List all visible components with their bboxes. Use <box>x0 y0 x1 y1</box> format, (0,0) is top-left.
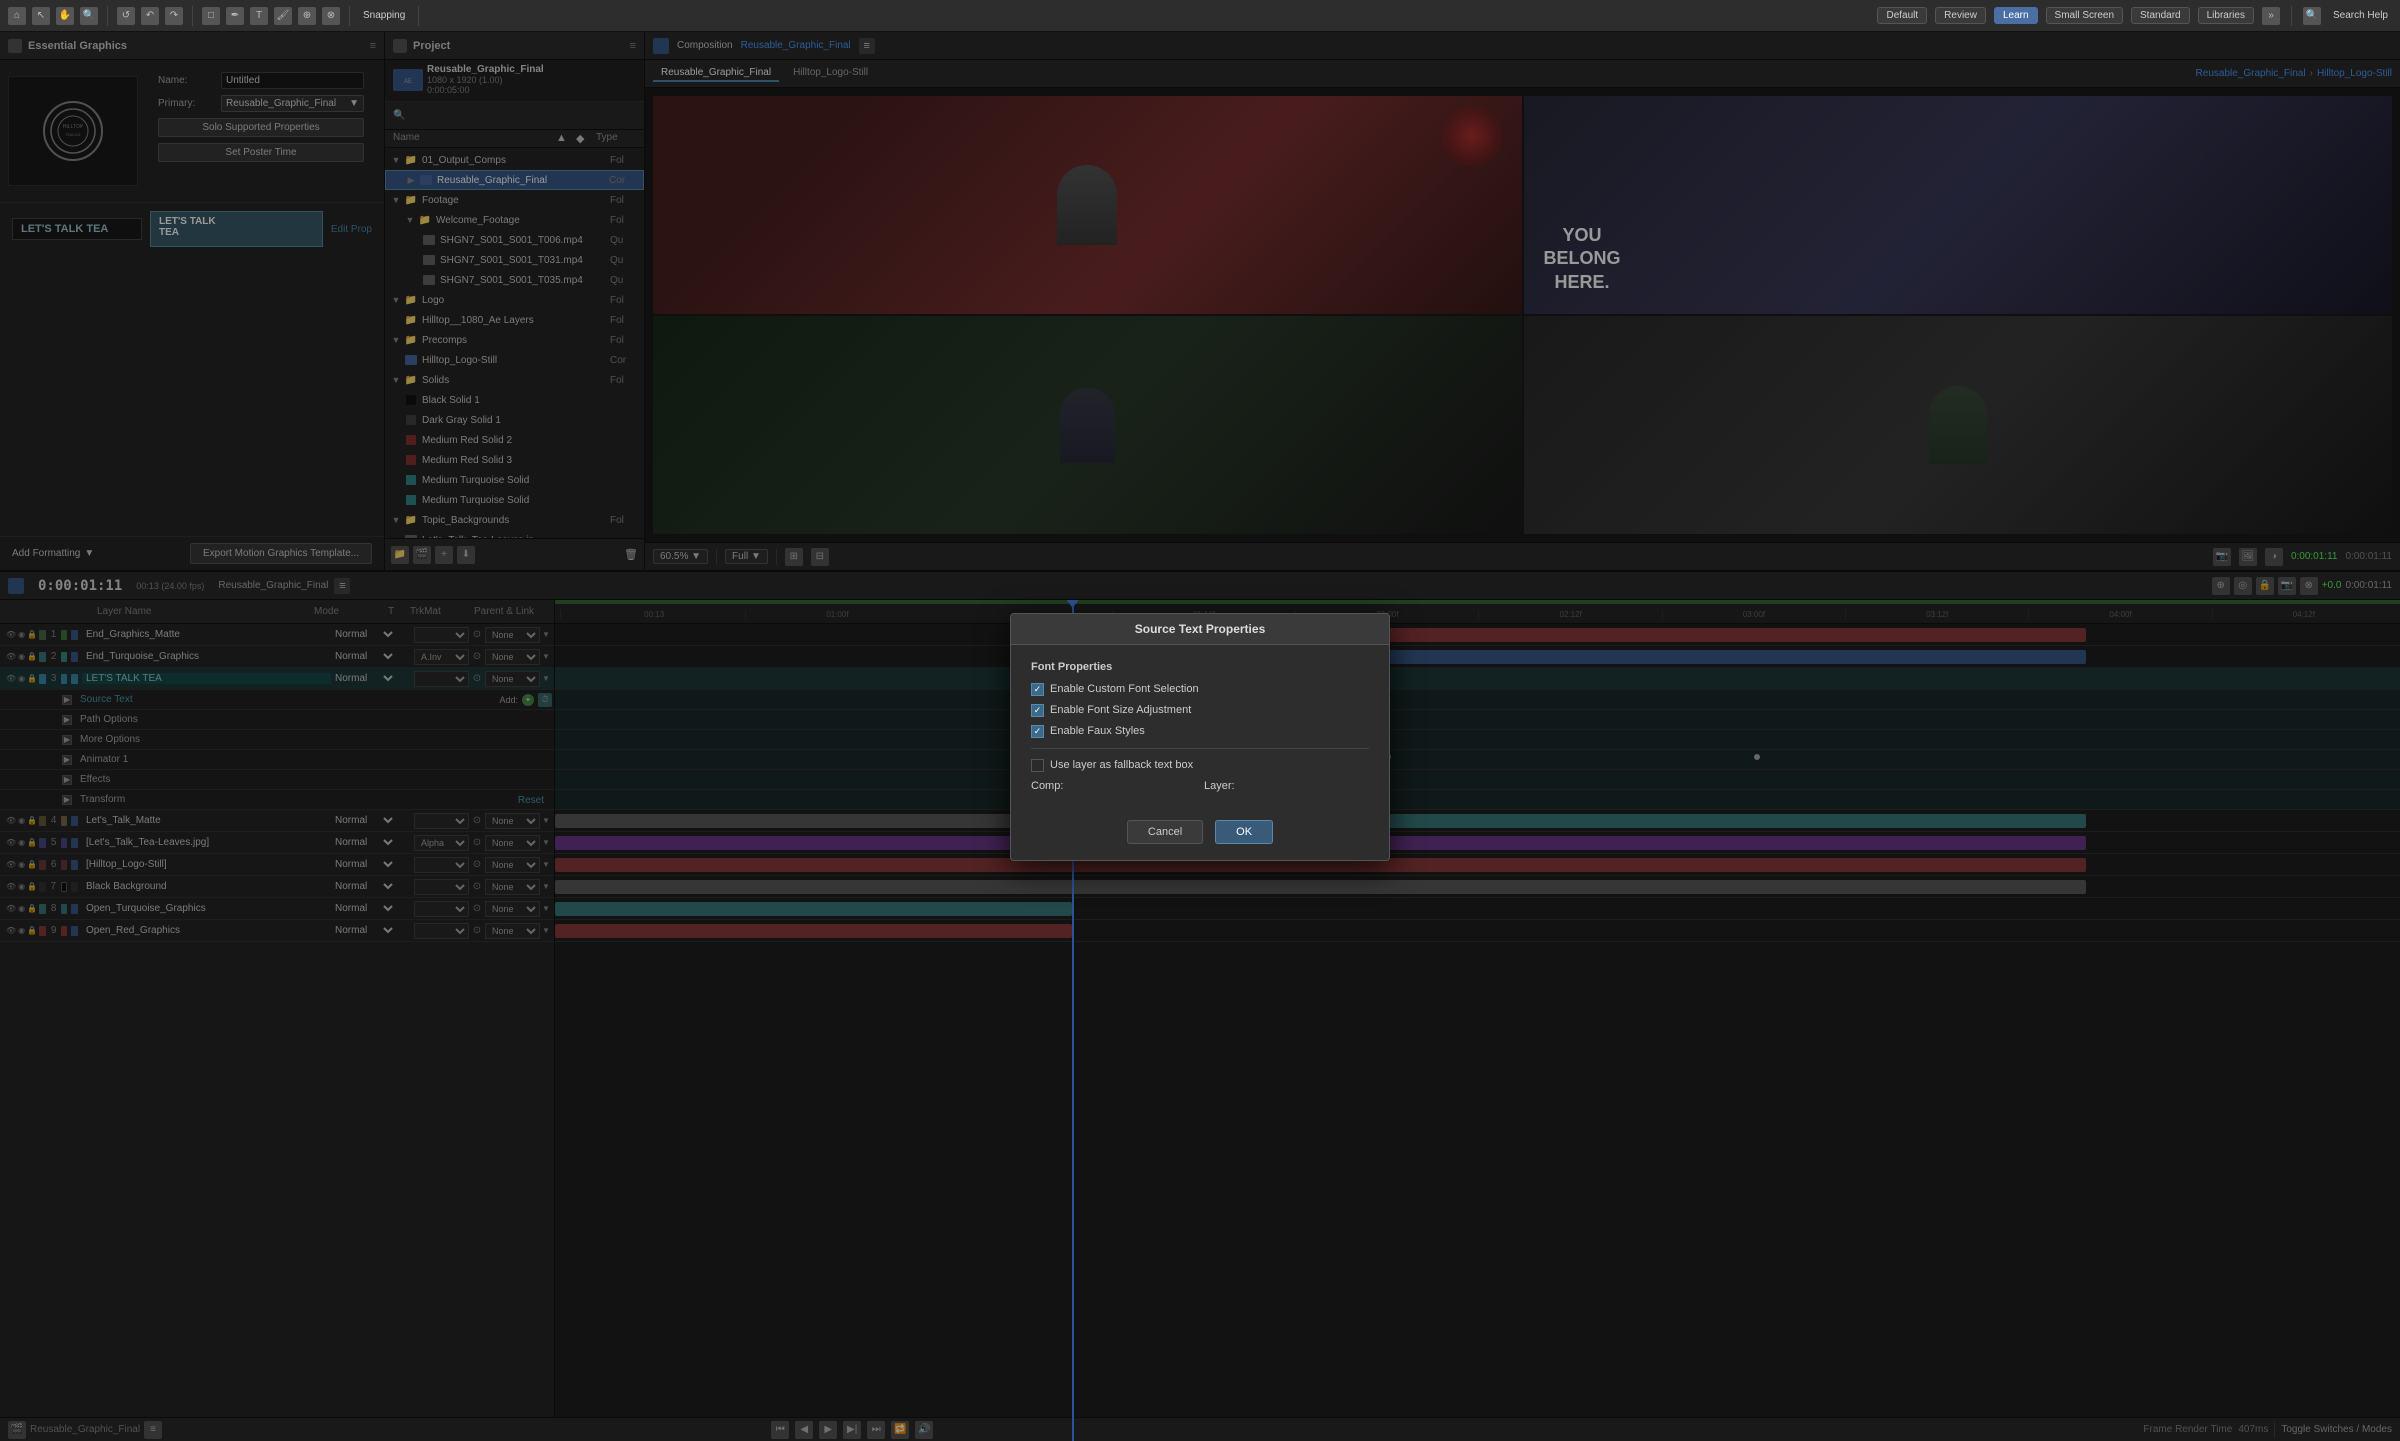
checkbox-row-faux-styles: Enable Faux Styles <box>1031 725 1369 738</box>
dialog-title: Source Text Properties <box>1011 614 1389 645</box>
dialog-comp-row: Comp: Layer: <box>1031 780 1369 792</box>
puppet-icon[interactable]: ⊗ <box>322 7 340 25</box>
snapping-label[interactable]: Snapping <box>359 10 409 21</box>
search-help-label[interactable]: Search Help <box>2329 10 2392 21</box>
rect-icon[interactable]: □ <box>202 7 220 25</box>
dialog-buttons: Cancel OK <box>1011 808 1389 860</box>
brush-icon[interactable]: 🖌 <box>274 7 292 25</box>
checkbox-faux-styles[interactable] <box>1031 725 1044 738</box>
sep1 <box>107 6 108 26</box>
ok-button[interactable]: OK <box>1215 820 1273 844</box>
dialog-overlay: Source Text Properties Font Properties E… <box>0 32 2400 1441</box>
rotate-icon[interactable]: ↺ <box>117 7 135 25</box>
checkbox-fallback[interactable] <box>1031 759 1044 772</box>
checkbox-faux-styles-label: Enable Faux Styles <box>1050 725 1145 737</box>
workspace-standard[interactable]: Standard <box>2131 7 2190 24</box>
search-icon[interactable]: 🔍 <box>2303 7 2321 25</box>
hand-icon[interactable]: ✋ <box>56 7 74 25</box>
dialog-body: Font Properties Enable Custom Font Selec… <box>1011 645 1389 808</box>
more-workspaces-icon[interactable]: » <box>2262 7 2280 25</box>
workspace-review[interactable]: Review <box>1935 7 1986 24</box>
cancel-button[interactable]: Cancel <box>1127 820 1203 844</box>
layer-field-label: Layer: <box>1204 780 1254 792</box>
workspace-default[interactable]: Default <box>1877 7 1927 24</box>
undo-icon[interactable]: ↶ <box>141 7 159 25</box>
home-icon[interactable]: ⌂ <box>8 7 26 25</box>
workspace-area: Default Review Learn Small Screen Standa… <box>1877 6 2392 26</box>
top-toolbar: ⌂ ↖ ✋ 🔍 ↺ ↶ ↷ □ ✒ T 🖌 ⊕ ⊗ Snapping Defau… <box>0 0 2400 32</box>
zoom-icon[interactable]: 🔍 <box>80 7 98 25</box>
workspace-libraries[interactable]: Libraries <box>2198 7 2254 24</box>
redo-icon[interactable]: ↷ <box>165 7 183 25</box>
checkbox-row-fallback: Use layer as fallback text box <box>1031 759 1369 772</box>
checkbox-row-custom-font: Enable Custom Font Selection <box>1031 683 1369 696</box>
workspace-small[interactable]: Small Screen <box>2046 7 2123 24</box>
comp-field-label: Comp: <box>1031 780 1081 792</box>
sep2 <box>192 6 193 26</box>
pen-icon[interactable]: ✒ <box>226 7 244 25</box>
checkbox-custom-font-label: Enable Custom Font Selection <box>1050 683 1199 695</box>
cursor-icon[interactable]: ↖ <box>32 7 50 25</box>
text-icon[interactable]: T <box>250 7 268 25</box>
workspace-learn[interactable]: Learn <box>1994 7 2038 24</box>
clone-icon[interactable]: ⊕ <box>298 7 316 25</box>
sep4 <box>418 6 419 26</box>
font-properties-label: Font Properties <box>1031 661 1369 673</box>
dialog-divider <box>1031 748 1369 749</box>
checkbox-row-font-size: Enable Font Size Adjustment <box>1031 704 1369 717</box>
checkbox-fallback-label: Use layer as fallback text box <box>1050 759 1193 771</box>
sep3 <box>349 6 350 26</box>
sep5 <box>2291 6 2292 26</box>
checkbox-custom-font[interactable] <box>1031 683 1044 696</box>
source-text-dialog: Source Text Properties Font Properties E… <box>1010 613 1390 861</box>
checkbox-font-size[interactable] <box>1031 704 1044 717</box>
checkbox-font-size-label: Enable Font Size Adjustment <box>1050 704 1191 716</box>
